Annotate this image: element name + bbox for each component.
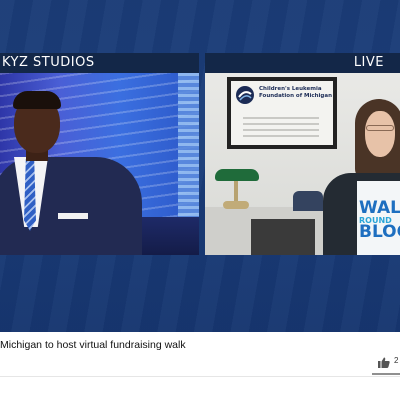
desk-lamp-stem: [234, 181, 238, 203]
framed-sign-text: Children's Leukemia Foundation of Michig…: [259, 86, 332, 99]
certificate-line: [243, 117, 319, 119]
foundation-logo: [236, 86, 254, 104]
video-player[interactable]: KYZ STUDIOS LIVE Children's Leukemia Fou…: [0, 0, 400, 332]
shirt-text-line: WAL: [359, 198, 400, 218]
computer-monitor: [251, 219, 315, 255]
like-sentiment-bar: [372, 373, 400, 375]
guest-glasses: [366, 125, 394, 131]
studio-video-panel: [0, 73, 199, 255]
like-count: 2: [394, 356, 399, 365]
certificate-line: [243, 123, 319, 125]
desk-lamp: [215, 169, 259, 181]
desk-lamp-base: [223, 201, 249, 209]
section-divider: [0, 376, 400, 377]
anchor-tie: [24, 159, 36, 231]
shirt-print: WAL ROUND BLOC: [359, 198, 400, 242]
framed-certificate: Children's Leukemia Foundation of Michig…: [227, 77, 337, 149]
shirt-text-line: BLOC: [359, 222, 400, 242]
thumbs-up-icon[interactable]: [378, 357, 390, 368]
certificate-line: [243, 129, 319, 131]
video-title: Michigan to host virtual fundraising wal…: [0, 339, 186, 351]
office-chair: [293, 191, 323, 211]
certificate-line: [243, 135, 319, 137]
studio-label: KYZ STUDIOS: [0, 53, 199, 73]
anchor-hair: [13, 91, 61, 109]
guest-face: [365, 111, 395, 157]
live-label: LIVE: [205, 53, 400, 73]
remote-guest-panel: Children's Leukemia Foundation of Michig…: [205, 73, 400, 255]
pocket-square: [58, 213, 88, 219]
